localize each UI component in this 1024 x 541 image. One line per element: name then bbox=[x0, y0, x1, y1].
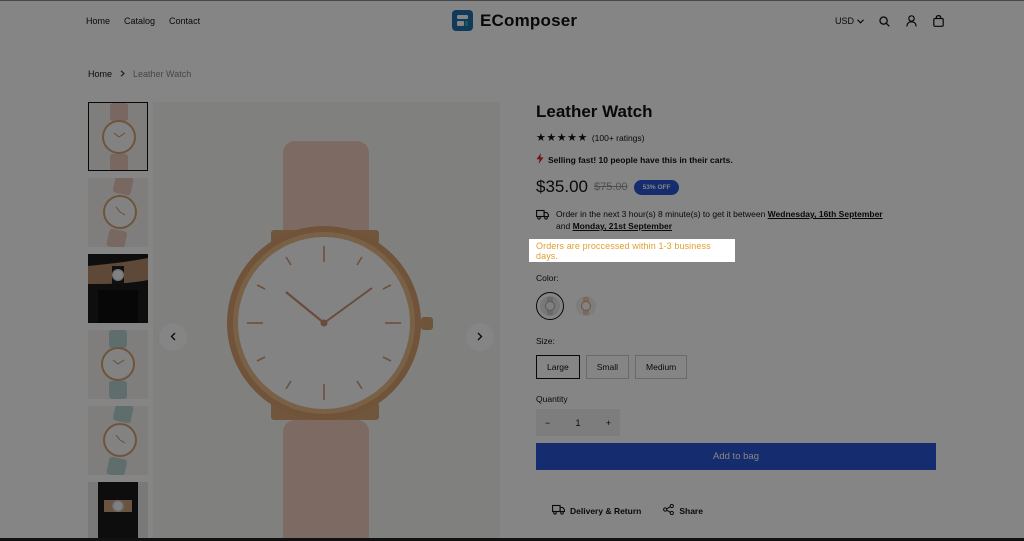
top-border bbox=[0, 0, 1024, 1]
selling-fast-text: Selling fast! 10 people have this in the… bbox=[548, 154, 733, 165]
bag-icon[interactable] bbox=[931, 14, 945, 28]
rose-watch-icon bbox=[576, 296, 596, 316]
breadcrumb: Home Leather Watch bbox=[88, 69, 191, 79]
breadcrumb-home[interactable]: Home bbox=[88, 69, 112, 79]
next-image-button[interactable] bbox=[466, 323, 494, 351]
discount-badge: 53% OFF bbox=[633, 179, 680, 195]
current-price: $35.00 bbox=[536, 177, 588, 196]
color-label: Color: bbox=[536, 273, 559, 283]
color-swatch-silver[interactable] bbox=[536, 292, 564, 320]
delivery-return-label: Delivery & Return bbox=[570, 505, 642, 516]
product-page: Home Catalog Contact EComposer USD Home … bbox=[0, 0, 1024, 541]
header-actions: USD bbox=[835, 14, 945, 28]
prev-image-button[interactable] bbox=[159, 323, 187, 351]
delivery-estimate: Order in the next 3 hour(s) 8 minute(s) … bbox=[536, 208, 883, 232]
processing-note: Orders are proccessed within 1-3 busines… bbox=[529, 239, 735, 262]
color-swatches bbox=[536, 292, 600, 320]
share-link[interactable]: Share bbox=[663, 503, 703, 517]
delivery-date-end: Monday, 21st September bbox=[572, 221, 673, 231]
extra-actions: Delivery & Return Share bbox=[552, 503, 703, 517]
logo-text: EComposer bbox=[480, 10, 578, 30]
search-icon[interactable] bbox=[877, 14, 891, 28]
main-nav: Home Catalog Contact bbox=[86, 16, 200, 26]
size-option-medium[interactable]: Medium bbox=[635, 355, 688, 379]
breadcrumb-current: Leather Watch bbox=[133, 69, 192, 79]
rating-row: ★★★★★ (100+ ratings) bbox=[536, 131, 645, 144]
chevron-left-icon bbox=[170, 330, 176, 344]
product-title: Leather Watch bbox=[536, 102, 653, 121]
thumbnail-mint-watch-angle[interactable] bbox=[88, 406, 148, 475]
account-icon[interactable] bbox=[904, 14, 918, 28]
quantity-value[interactable]: 1 bbox=[575, 418, 580, 428]
size-options: Large Small Medium bbox=[536, 355, 688, 379]
main-product-image[interactable] bbox=[153, 102, 500, 541]
delivery-date-start: Wednesday, 16th September bbox=[767, 209, 883, 219]
quantity-stepper: − 1 + bbox=[536, 409, 620, 436]
logo-mark-icon bbox=[452, 10, 473, 31]
thumbnail-list bbox=[88, 102, 149, 541]
thumbnail-pink-watch-angle[interactable] bbox=[88, 178, 148, 247]
delivery-and: and bbox=[556, 221, 571, 231]
size-label: Size: bbox=[536, 336, 555, 346]
delivery-return-link[interactable]: Delivery & Return bbox=[552, 504, 641, 517]
thumbnail-watch-on-wrist-dark[interactable] bbox=[88, 254, 148, 323]
star-rating-icon: ★★★★★ bbox=[536, 132, 588, 144]
nav-catalog[interactable]: Catalog bbox=[124, 16, 155, 26]
price-row: $35.00 $75.00 53% OFF bbox=[536, 177, 680, 197]
size-option-large[interactable]: Large bbox=[536, 355, 580, 379]
quantity-decrease-button[interactable]: − bbox=[545, 418, 550, 428]
lightning-icon bbox=[536, 153, 544, 166]
rating-count: (100+ ratings) bbox=[591, 132, 645, 143]
size-option-small[interactable]: Small bbox=[585, 355, 630, 379]
delivery-text: Order in the next 3 hour(s) 8 minute(s) … bbox=[556, 208, 883, 232]
add-to-bag-button[interactable]: Add to bag bbox=[536, 443, 936, 470]
thumbnail-mint-watch-front[interactable] bbox=[88, 330, 148, 399]
quantity-increase-button[interactable]: + bbox=[606, 418, 611, 428]
delivery-prefix: Order in the next 3 hour(s) 8 minute(s) … bbox=[556, 209, 766, 219]
share-label: Share bbox=[679, 505, 703, 516]
currency-selector[interactable]: USD bbox=[835, 16, 864, 26]
share-icon bbox=[663, 503, 675, 517]
silver-watch-icon bbox=[540, 296, 560, 316]
color-swatch-rose[interactable] bbox=[572, 292, 600, 320]
thumbnail-watch-on-wrist-gray[interactable] bbox=[88, 482, 148, 541]
chevron-right-icon bbox=[120, 69, 125, 79]
compare-price: $75.00 bbox=[594, 181, 628, 193]
chevron-right-icon bbox=[477, 330, 483, 344]
nav-home[interactable]: Home bbox=[86, 16, 110, 26]
quantity-label: Quantity bbox=[536, 394, 568, 404]
nav-contact[interactable]: Contact bbox=[169, 16, 200, 26]
thumbnail-pink-watch-front[interactable] bbox=[88, 102, 148, 171]
truck-icon bbox=[536, 209, 549, 232]
currency-label: USD bbox=[835, 16, 855, 26]
selling-fast-notice: Selling fast! 10 people have this in the… bbox=[536, 153, 733, 166]
chevron-down-icon bbox=[857, 16, 864, 26]
truck-icon bbox=[552, 504, 565, 517]
logo[interactable]: EComposer bbox=[452, 10, 577, 31]
